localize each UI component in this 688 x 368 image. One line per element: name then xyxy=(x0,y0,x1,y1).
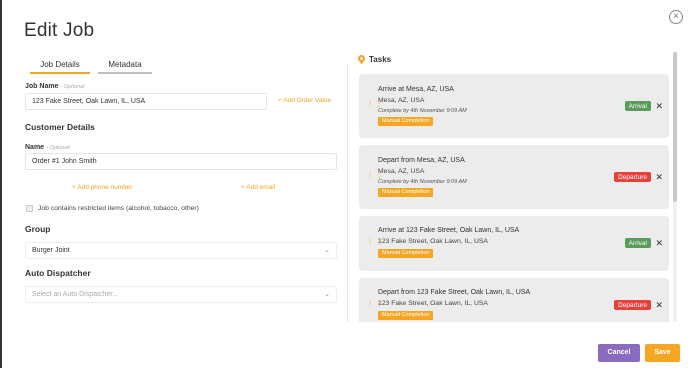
tab-label: Job Details xyxy=(40,60,80,69)
auto-dispatcher-placeholder: Select an Auto Dispatcher... xyxy=(32,291,118,298)
optional-hint: - Optional xyxy=(60,84,85,90)
map-pin-icon xyxy=(358,55,365,64)
manual-completion-badge: Manual Completion xyxy=(378,117,434,126)
drag-handle-icon[interactable]: ⋮⋮ xyxy=(366,238,383,246)
manual-completion-badge: Manual Completion xyxy=(378,188,434,197)
remove-task-icon[interactable]: ✕ xyxy=(655,300,663,311)
chevron-down-icon: ⌄ xyxy=(324,247,330,254)
customer-name-input[interactable]: Order #1 John Smith xyxy=(25,153,337,170)
page-title: Edit Job xyxy=(24,20,95,41)
task-type-badge: Departure xyxy=(614,172,651,182)
task-type-badge: Departure xyxy=(614,300,651,310)
tab-label: Metadata xyxy=(108,60,142,69)
job-name-label-text: Job Name xyxy=(25,83,59,90)
add-order-value-link[interactable]: + Add Order Value xyxy=(278,97,331,104)
optional-hint: - Optional xyxy=(46,145,70,151)
edit-job-modal: × Edit Job Job Details Metadata Job Name… xyxy=(0,0,688,368)
tasks-title: Tasks xyxy=(369,55,392,64)
drag-handle-icon[interactable]: ⋮⋮ xyxy=(366,171,383,179)
tasks-header: Tasks xyxy=(358,55,391,64)
restricted-items-checkbox[interactable] xyxy=(26,205,33,212)
tasks-scrollbar-thumb[interactable] xyxy=(673,52,677,202)
manual-completion-badge: Manual Completion xyxy=(378,249,434,258)
job-name-input[interactable]: 123 Fake Street, Oak Lawn, IL, USA xyxy=(25,93,267,110)
customer-name-label-text: Name xyxy=(25,144,45,151)
group-select-value: Burger Joint xyxy=(32,247,70,254)
task-card[interactable]: ⋮⋮ Depart from 123 Fake Street, Oak Lawn… xyxy=(359,278,669,322)
remove-task-icon[interactable]: ✕ xyxy=(655,238,663,249)
tab-indicator xyxy=(98,72,152,74)
tab-bar: Job Details Metadata xyxy=(30,59,152,74)
task-type-badge: Arrival xyxy=(624,101,651,111)
task-complete-by: Complete by 4th November 9:09 AM xyxy=(378,108,467,114)
restricted-items-label: Job contains restricted items (alcohol, … xyxy=(38,205,199,212)
save-button[interactable]: Save xyxy=(645,344,680,362)
job-name-label: Job Name - Optional xyxy=(25,83,84,90)
task-type-badge: Arrival xyxy=(624,238,651,248)
column-divider xyxy=(347,64,348,322)
task-title: Depart from Mesa, AZ, USA xyxy=(378,157,465,164)
task-address: Mesa, AZ, USA xyxy=(378,97,425,104)
task-title: Arrive at Mesa, AZ, USA xyxy=(378,86,454,93)
close-icon[interactable]: × xyxy=(669,10,683,24)
remove-task-icon[interactable]: ✕ xyxy=(655,172,663,183)
drag-handle-icon[interactable]: ⋮⋮ xyxy=(366,300,383,308)
chevron-down-icon: ⌄ xyxy=(324,291,330,298)
add-email-link[interactable]: + Add email xyxy=(241,184,275,191)
task-card[interactable]: ⋮⋮ Arrive at Mesa, AZ, USA Mesa, AZ, USA… xyxy=(359,74,669,138)
cancel-button[interactable]: Cancel xyxy=(598,344,640,362)
auto-dispatcher-heading: Auto Dispatcher xyxy=(25,268,91,278)
drag-handle-icon[interactable]: ⋮⋮ xyxy=(366,100,383,108)
group-heading: Group xyxy=(25,224,51,234)
add-phone-link[interactable]: + Add phone number xyxy=(72,184,133,191)
tab-active-indicator xyxy=(30,72,90,74)
group-select[interactable]: Burger Joint ⌄ xyxy=(25,242,337,259)
task-address: 123 Fake Street, Oak Lawn, IL, USA xyxy=(378,238,488,245)
task-title: Depart from 123 Fake Street, Oak Lawn, I… xyxy=(378,289,531,296)
task-address: 123 Fake Street, Oak Lawn, IL, USA xyxy=(378,300,488,307)
customer-name-label: Name - Optional xyxy=(25,144,70,151)
task-card[interactable]: ⋮⋮ Depart from Mesa, AZ, USA Mesa, AZ, U… xyxy=(359,145,669,209)
task-complete-by: Complete by 4th November 9:09 AM xyxy=(378,179,467,185)
tab-metadata[interactable]: Metadata xyxy=(98,59,152,74)
task-title: Arrive at 123 Fake Street, Oak Lawn, IL,… xyxy=(378,227,520,234)
remove-task-icon[interactable]: ✕ xyxy=(655,101,663,112)
auto-dispatcher-select[interactable]: Select an Auto Dispatcher... ⌄ xyxy=(25,286,337,303)
manual-completion-badge: Manual Completion xyxy=(378,311,434,320)
tasks-list: ⋮⋮ Arrive at Mesa, AZ, USA Mesa, AZ, USA… xyxy=(359,74,669,322)
task-card[interactable]: ⋮⋮ Arrive at 123 Fake Street, Oak Lawn, … xyxy=(359,216,669,271)
customer-details-heading: Customer Details xyxy=(25,122,95,132)
tab-job-details[interactable]: Job Details xyxy=(30,59,90,74)
task-address: Mesa, AZ, USA xyxy=(378,168,425,175)
